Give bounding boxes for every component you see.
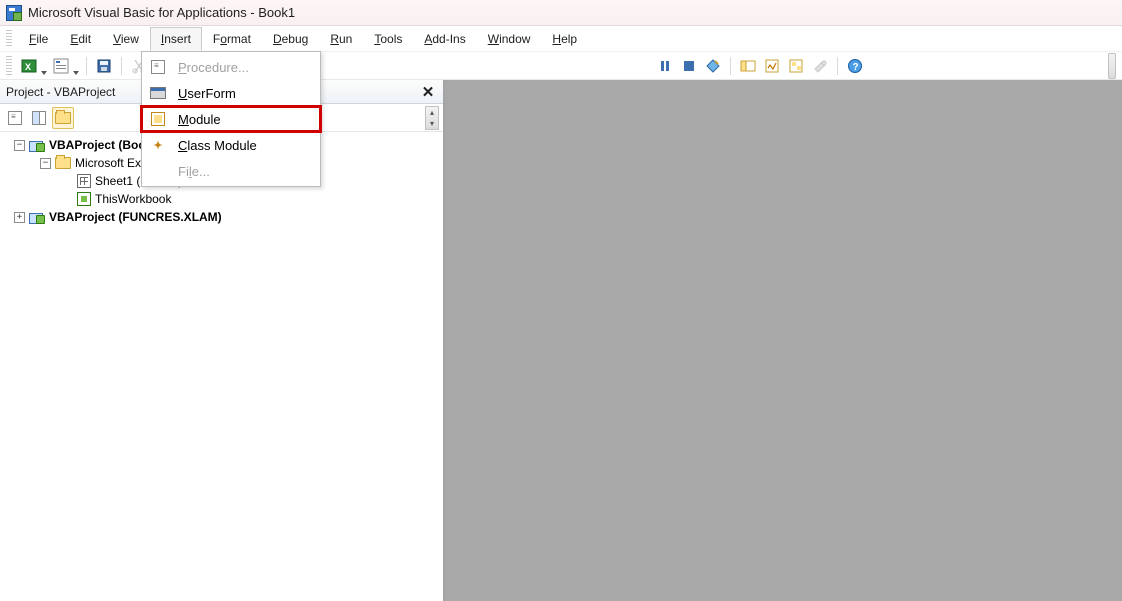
procedure-icon [148, 58, 168, 76]
pause-icon [657, 58, 673, 74]
insert-menu-file[interactable]: File... [142, 158, 320, 184]
userform-icon [148, 84, 168, 102]
properties-window-button[interactable] [761, 55, 783, 77]
svg-text:X: X [25, 62, 31, 72]
save-button[interactable] [93, 55, 115, 77]
menu-debug[interactable]: Debug [262, 27, 319, 51]
reset-button[interactable] [678, 55, 700, 77]
tree-node-vbaproject-funcres[interactable]: + VBAProject (FUNCRES.XLAM) [2, 208, 441, 226]
insert-menu-procedure[interactable]: Procedure... [142, 54, 320, 80]
view-code-button[interactable] [4, 107, 26, 129]
help-button[interactable]: ? [844, 55, 866, 77]
collapse-icon[interactable]: − [40, 158, 51, 169]
panel-toolbar-overflow[interactable]: ▴▾ [425, 106, 439, 130]
window-title: Microsoft Visual Basic for Applications … [28, 5, 295, 20]
worksheet-icon [77, 174, 91, 188]
tree-label: ThisWorkbook [95, 190, 171, 208]
toggle-folders-button[interactable] [52, 107, 74, 129]
menu-addins[interactable]: Add-Ins [413, 27, 476, 51]
view-code-icon [8, 111, 22, 125]
menu-file[interactable]: File [18, 27, 59, 51]
insert-menu-userform-label: UserForm [178, 86, 308, 101]
properties-icon [764, 58, 780, 74]
toolbar-grip[interactable] [6, 56, 12, 76]
insert-menu-userform[interactable]: UserForm [142, 80, 320, 106]
insert-menu-file-label: File... [178, 164, 308, 179]
project-explorer-title: Project - VBAProject [6, 85, 115, 99]
insert-menu-procedure-label: Procedure... [178, 60, 308, 75]
break-button[interactable] [654, 55, 676, 77]
menu-edit[interactable]: Edit [59, 27, 102, 51]
mdi-client-area[interactable] [445, 80, 1122, 601]
folder-icon [55, 112, 71, 124]
view-object-icon [32, 111, 46, 125]
workbook-icon [77, 192, 91, 206]
view-excel-button[interactable]: X [18, 55, 48, 77]
vba-app-icon [6, 5, 22, 21]
collapse-icon[interactable]: − [14, 140, 25, 151]
toolbox-icon [812, 58, 828, 74]
project-icon [29, 138, 45, 152]
menu-insert[interactable]: Insert [150, 27, 202, 51]
insert-menu-classmodule[interactable]: ✦ Class Module [142, 132, 320, 158]
design-mode-button[interactable] [702, 55, 724, 77]
object-browser-icon [788, 58, 804, 74]
menu-tools[interactable]: Tools [363, 27, 413, 51]
tree-node-thisworkbook[interactable]: ThisWorkbook [2, 190, 441, 208]
project-explorer-close-button[interactable]: ✕ [419, 83, 437, 101]
project-explorer-button[interactable] [737, 55, 759, 77]
toolbar-separator [121, 57, 122, 75]
insert-object-button[interactable] [50, 55, 80, 77]
insert-dropdown-menu: Procedure... UserForm Module ✦ Class Mod… [141, 51, 321, 187]
excel-icon: X [21, 58, 37, 74]
project-explorer-icon [740, 58, 756, 74]
insert-menu-classmodule-label: Class Module [178, 138, 308, 153]
insert-menu-module[interactable]: Module [142, 106, 320, 132]
menu-help[interactable]: Help [541, 27, 588, 51]
tree-label: VBAProject (FUNCRES.XLAM) [49, 208, 222, 226]
help-icon: ? [847, 58, 863, 74]
save-icon [96, 58, 112, 74]
menu-bar: File Edit View Insert Format Debug Run T… [0, 26, 1122, 52]
object-browser-button[interactable] [785, 55, 807, 77]
menu-window[interactable]: Window [477, 27, 542, 51]
view-object-button[interactable] [28, 107, 50, 129]
project-icon [29, 210, 45, 224]
toolbar-overflow[interactable] [1108, 53, 1116, 79]
module-icon [148, 110, 168, 128]
expand-icon[interactable]: + [14, 212, 25, 223]
folder-icon [55, 157, 71, 169]
menu-run[interactable]: Run [319, 27, 363, 51]
toolbar-separator [837, 57, 838, 75]
stop-icon [681, 58, 697, 74]
menu-view[interactable]: View [102, 27, 150, 51]
toolbar-separator [86, 57, 87, 75]
file-icon [148, 162, 168, 180]
class-module-icon: ✦ [148, 136, 168, 154]
toolbar-separator [730, 57, 731, 75]
toolbox-button[interactable] [809, 55, 831, 77]
title-bar: Microsoft Visual Basic for Applications … [0, 0, 1122, 26]
design-mode-icon [705, 58, 721, 74]
insert-menu-module-label: Module [178, 112, 308, 127]
svg-text:?: ? [853, 62, 859, 73]
menu-format[interactable]: Format [202, 27, 262, 51]
insert-object-icon [53, 58, 69, 74]
menubar-grip[interactable] [6, 30, 12, 48]
